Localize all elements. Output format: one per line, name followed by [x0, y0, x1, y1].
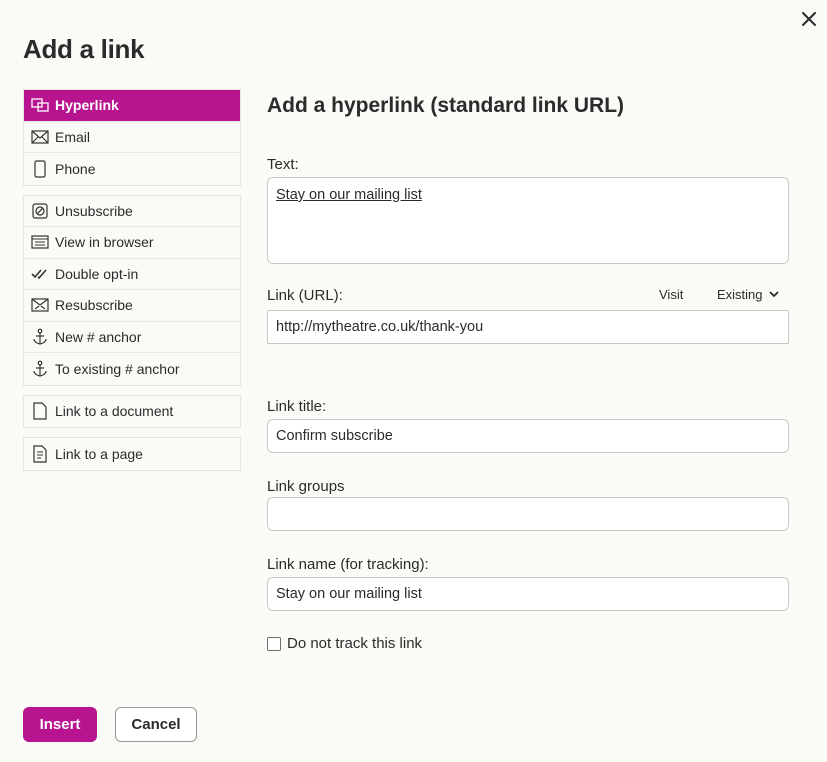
sidebar-item-existing-anchor[interactable]: To existing # anchor	[24, 353, 240, 385]
sidebar-item-resubscribe[interactable]: Resubscribe	[24, 290, 240, 322]
document-icon	[31, 402, 49, 420]
sidebar-item-new-anchor[interactable]: New # anchor	[24, 322, 240, 353]
text-input[interactable]: Stay on our mailing list	[267, 177, 789, 264]
sidebar-item-label: To existing # anchor	[55, 360, 180, 377]
anchor-icon	[31, 360, 49, 378]
sidebar-item-label: Email	[55, 128, 91, 145]
sidebar-group-special: Unsubscribe View in browser Double opt-i…	[23, 194, 241, 386]
sidebar-item-label: New # anchor	[55, 328, 142, 345]
link-name-label: Link name (for tracking):	[267, 556, 429, 573]
cancel-button[interactable]: Cancel	[115, 707, 197, 742]
unsubscribe-icon	[31, 202, 49, 220]
sidebar-group-basic: Hyperlink Email Phone	[23, 89, 241, 186]
no-track-row: Do not track this link	[267, 635, 422, 652]
no-track-label[interactable]: Do not track this link	[287, 635, 422, 652]
link-type-sidebar: Hyperlink Email Phone Unsubscribe View i…	[23, 89, 241, 480]
sidebar-item-double-opt-in[interactable]: Double opt-in	[24, 259, 240, 290]
sidebar-group-page: Link to a page	[23, 437, 241, 471]
form-heading: Add a hyperlink (standard link URL)	[267, 94, 625, 117]
sidebar-item-unsubscribe[interactable]: Unsubscribe	[24, 196, 240, 227]
link-title-input[interactable]: Confirm subscribe	[267, 419, 789, 453]
sidebar-item-link-to-document[interactable]: Link to a document	[24, 396, 240, 428]
dialog-title: Add a link	[23, 34, 145, 64]
double-check-icon	[31, 265, 49, 283]
page-icon	[31, 445, 49, 463]
resubscribe-icon	[31, 296, 49, 314]
link-groups-input[interactable]	[267, 497, 789, 531]
sidebar-item-label: Link to a page	[55, 445, 143, 462]
sidebar-item-phone[interactable]: Phone	[24, 153, 240, 185]
sidebar-item-hyperlink[interactable]: Hyperlink	[24, 90, 240, 122]
browser-icon	[31, 233, 49, 251]
sidebar-item-label: Phone	[55, 160, 96, 177]
text-label: Text:	[267, 156, 299, 173]
sidebar-item-link-to-page[interactable]: Link to a page	[24, 438, 240, 470]
visit-link[interactable]: Visit	[659, 287, 683, 302]
insert-button[interactable]: Insert	[23, 707, 97, 742]
url-value: http://mytheatre.co.uk/thank-you	[276, 319, 484, 335]
sidebar-item-label: Resubscribe	[55, 297, 133, 314]
phone-icon	[31, 160, 49, 178]
url-label: Link (URL):	[267, 287, 343, 304]
existing-dropdown[interactable]: Existing	[717, 287, 779, 302]
sidebar-item-label: Link to a document	[55, 403, 174, 420]
link-groups-label: Link groups	[267, 478, 345, 495]
close-icon	[802, 12, 816, 26]
text-value: Stay on our mailing list	[276, 187, 422, 203]
no-track-checkbox[interactable]	[267, 636, 281, 651]
close-button[interactable]	[798, 8, 820, 30]
link-name-value: Stay on our mailing list	[276, 586, 422, 602]
sidebar-item-view-in-browser[interactable]: View in browser	[24, 227, 240, 259]
link-title-value: Confirm subscribe	[276, 428, 393, 444]
link-title-label: Link title:	[267, 398, 327, 415]
existing-label: Existing	[717, 287, 763, 302]
chevron-down-icon	[768, 291, 779, 298]
sidebar-item-email[interactable]: Email	[24, 122, 240, 153]
link-name-input[interactable]: Stay on our mailing list	[267, 577, 789, 611]
sidebar-item-label: View in browser	[55, 234, 154, 251]
envelope-icon	[31, 128, 49, 146]
sidebar-item-label: Double opt-in	[55, 265, 139, 282]
url-input[interactable]: http://mytheatre.co.uk/thank-you	[267, 310, 789, 344]
sidebar-item-label: Unsubscribe	[55, 202, 133, 219]
anchor-icon	[31, 328, 49, 346]
hyperlink-icon	[31, 96, 49, 114]
sidebar-item-label: Hyperlink	[55, 97, 119, 114]
sidebar-group-document: Link to a document	[23, 394, 241, 428]
